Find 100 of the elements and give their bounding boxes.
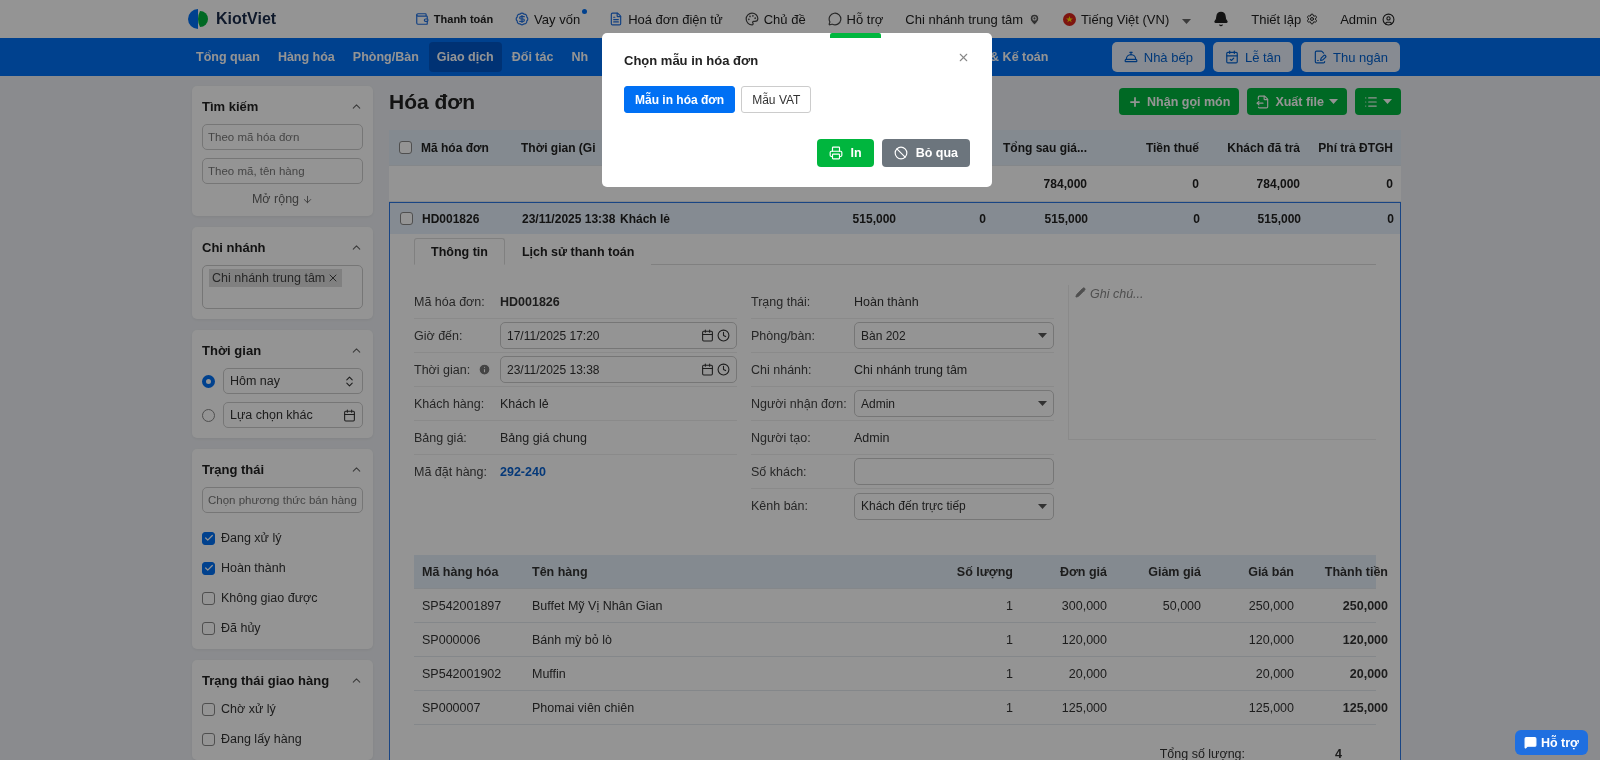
select-field[interactable]: Hôm nay xyxy=(223,368,363,394)
language-selector[interactable]: Tiếng Việt (VN) xyxy=(1063,0,1192,38)
search-field[interactable]: Theo mã hóa đơn xyxy=(202,124,363,150)
chat-icon xyxy=(1523,736,1537,749)
nav-item[interactable]: Hàng hóa xyxy=(269,42,343,72)
bell-icon[interactable] xyxy=(1213,11,1230,27)
clock-icon[interactable] xyxy=(717,363,730,376)
table-cell-text: 20,000 xyxy=(1254,666,1294,681)
table-cell-text: SP000006 xyxy=(422,632,482,647)
user-menu[interactable]: Admin xyxy=(1340,0,1395,38)
radio-button[interactable] xyxy=(202,408,215,422)
caret-icon xyxy=(1329,99,1338,104)
template-button[interactable]: Mẫu in hóa đơn xyxy=(624,86,736,113)
checkbox[interactable] xyxy=(399,212,413,225)
table-cell-text: 20,000 xyxy=(1348,666,1388,681)
field-label: Người nhận đơn: xyxy=(751,396,847,411)
search-field[interactable]: Chọn phương thức bán hàng xyxy=(202,487,363,513)
column-header: Đơn giá xyxy=(1058,564,1107,579)
checkbox[interactable] xyxy=(202,702,215,716)
checkbox[interactable] xyxy=(202,591,215,605)
column-header: Tổng sau giá... xyxy=(1002,140,1087,155)
top-link[interactable]: Hỗ trợ xyxy=(827,0,884,38)
summary-cell-text: 784,000 xyxy=(1042,176,1087,191)
select-field[interactable]: Admin xyxy=(854,390,1054,417)
top-link[interactable]: Vay vốn xyxy=(515,0,588,38)
nav-button[interactable]: Thu ngân xyxy=(1301,42,1400,72)
plus-icon xyxy=(1128,94,1143,109)
settings-icon xyxy=(1306,13,1319,25)
field-label: Mã đặt hàng: xyxy=(414,465,487,479)
caret-icon xyxy=(1038,503,1047,509)
table-cell-text: 1 xyxy=(1005,632,1013,647)
map-pin-icon xyxy=(1028,12,1042,26)
top-link[interactable]: Hoá đơn điện tử xyxy=(609,0,723,38)
select-field[interactable]: Khách đến trực tiếp xyxy=(854,492,1054,520)
checkbox-label: Đã hủy xyxy=(221,621,261,635)
field-value: Hoàn thành xyxy=(854,294,919,309)
panel-title: Chi nhánh xyxy=(202,239,266,255)
input-field[interactable] xyxy=(854,458,1054,485)
checkbox[interactable] xyxy=(202,621,215,635)
field-label: Số khách: xyxy=(751,464,807,479)
expand-link[interactable]: Mở rộng xyxy=(251,192,314,206)
document-icon xyxy=(609,12,624,26)
summary-cell-text: 0 xyxy=(1385,176,1393,191)
branch-selector[interactable]: Chi nhánh trung tâm xyxy=(905,0,1042,38)
template-button[interactable]: Mẫu VAT xyxy=(741,86,812,113)
clock-icon[interactable] xyxy=(717,329,730,342)
table-cell-text: Phomai viên chiên xyxy=(532,700,636,715)
field-label: Người tạo: xyxy=(751,430,811,445)
top-link[interactable]: Chủ đề xyxy=(744,0,806,38)
nav-item[interactable]: Đối tác xyxy=(503,42,562,72)
help-button[interactable]: Hỗ trợ xyxy=(1514,730,1588,755)
select-field[interactable]: Bàn 202 xyxy=(854,322,1054,349)
search-field[interactable]: Theo mã, tên hàng xyxy=(202,158,363,184)
checkbox[interactable] xyxy=(202,561,215,575)
table-cell-text: 50,000 xyxy=(1161,598,1201,613)
field-label: Khách hàng: xyxy=(414,396,485,411)
close-button[interactable] xyxy=(957,51,970,64)
columns-button[interactable] xyxy=(1355,88,1401,115)
column-header: Khách đã trả xyxy=(1226,140,1300,155)
table-cell-text: 515,000 xyxy=(1043,211,1088,226)
calendar-icon[interactable] xyxy=(701,329,714,342)
calendar-icon xyxy=(343,408,356,422)
note-field[interactable]: Ghi chú... xyxy=(1068,285,1376,440)
order-link[interactable]: 292-240 xyxy=(500,465,546,479)
nav-item[interactable]: Phòng/Bàn xyxy=(344,42,427,72)
field-value: Chi nhánh trung tâm xyxy=(854,362,968,377)
checkbox-label: Hoàn thành xyxy=(221,561,286,575)
caret-icon xyxy=(1038,333,1047,338)
checkbox-label: Đang xử lý xyxy=(221,531,282,545)
calendar-icon[interactable] xyxy=(701,363,714,376)
date-field[interactable]: Lựa chọn khác xyxy=(223,402,363,428)
radio-button[interactable] xyxy=(202,374,215,388)
field-label: Kênh bán: xyxy=(751,499,808,513)
field-value: Admin xyxy=(854,430,890,445)
panel-title: Thời gian xyxy=(202,342,262,358)
dialog-title: Chọn mẫu in hóa đơn xyxy=(624,53,759,68)
nav-item[interactable]: Nh xyxy=(563,42,597,72)
top-link[interactable]: Thanh toán xyxy=(414,0,494,38)
nav-item[interactable]: Giao dịch xyxy=(428,42,502,72)
date-time-field[interactable]: 17/11/2025 17:20 xyxy=(500,322,737,349)
nav-button[interactable]: Lễ tân xyxy=(1212,42,1294,72)
branch-tag[interactable]: Chi nhánh trung tâm xyxy=(209,269,343,287)
branch-field[interactable]: Chi nhánh trung tâm xyxy=(202,265,363,309)
cancel-button[interactable]: Bỏ qua xyxy=(881,139,970,167)
tab[interactable]: Thông tin xyxy=(414,238,505,265)
print-button[interactable]: In xyxy=(816,139,874,167)
field-label: Thời gian: xyxy=(414,362,471,377)
nav-item[interactable]: Tổng quan xyxy=(188,42,268,72)
table-cell-text: 515,000 xyxy=(851,211,896,226)
table-cell-text: SP542001897 xyxy=(422,598,503,613)
checkbox[interactable] xyxy=(202,732,215,746)
checkbox[interactable] xyxy=(398,141,412,154)
nav-button[interactable]: Nhà bếp xyxy=(1111,42,1205,72)
user-icon xyxy=(1382,12,1395,26)
field-label: Phòng/bàn: xyxy=(751,328,815,343)
invoice-row[interactable]: HD001826 23/11/2025 13:38 Khách lẻ 515,000 0 515,000 0 515,000 0 xyxy=(389,202,1401,234)
settings-link[interactable]: Thiết lập xyxy=(1251,0,1319,38)
date-time-field[interactable]: 23/11/2025 13:38 xyxy=(500,356,737,383)
checkbox[interactable] xyxy=(202,531,215,545)
page-title: Hóa đơn xyxy=(389,89,476,114)
